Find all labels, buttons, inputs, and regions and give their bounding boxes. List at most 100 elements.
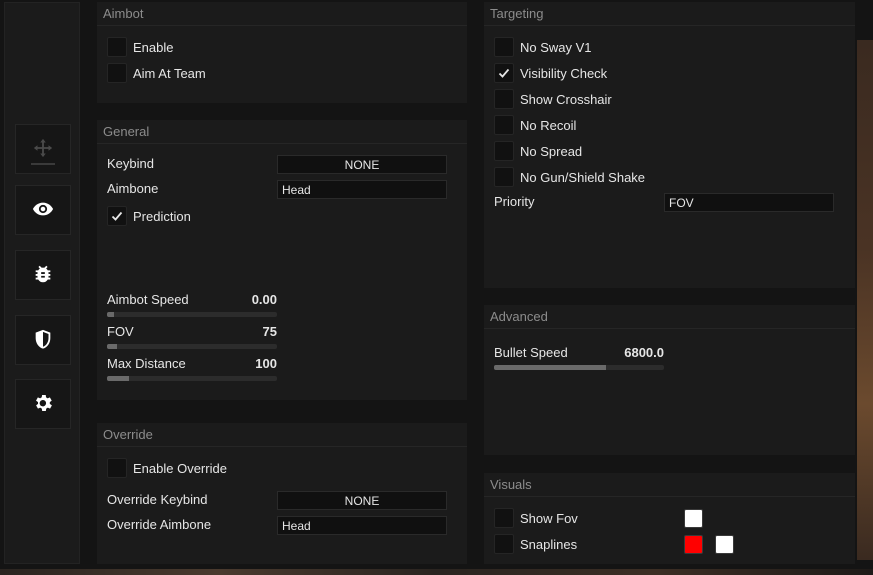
game-background-bottom <box>0 569 873 575</box>
snaplines-visible-color-swatch[interactable] <box>684 535 703 554</box>
priority-select[interactable]: FOV <box>664 193 834 212</box>
snaplines-toggle[interactable]: Snaplines <box>494 534 577 554</box>
checkbox-label: No Recoil <box>520 117 577 133</box>
enable-checkbox[interactable] <box>107 37 127 57</box>
targeting-panel: Targeting No Sway V1 Visibility Check Sh… <box>484 2 855 288</box>
checkbox-label: No Spread <box>520 143 583 159</box>
general-panel: General Keybind NONE Aimbone Head Predic… <box>97 120 467 400</box>
visuals-panel: Visuals Show Fov Snaplines <box>484 473 855 564</box>
checkbox-label: No Sway V1 <box>520 39 592 55</box>
checkbox-label: No Gun/Shield Shake <box>520 169 646 185</box>
aimbot-speed-slider[interactable] <box>107 312 277 317</box>
aimbot-speed-header: Aimbot Speed 0.00 <box>107 292 277 307</box>
divider <box>484 25 855 26</box>
no-recoil-toggle[interactable]: No Recoil <box>494 115 576 135</box>
prediction-checkbox[interactable] <box>107 206 127 226</box>
bullet-speed-header: Bullet Speed 6800.0 <box>494 345 664 360</box>
override-aimbone-select[interactable]: Head <box>277 516 447 535</box>
visibility-check-toggle[interactable]: Visibility Check <box>494 63 607 83</box>
slider-fill <box>107 312 114 317</box>
sidebar-item-protection[interactable] <box>15 315 71 365</box>
eye-icon <box>32 198 54 223</box>
checkmark-icon <box>111 211 123 221</box>
sidebar-item-visuals[interactable] <box>15 185 71 235</box>
aim-at-team-toggle[interactable]: Aim At Team <box>107 63 206 83</box>
enable-override-toggle[interactable]: Enable Override <box>107 458 227 478</box>
visibility-check-checkbox[interactable] <box>494 63 514 83</box>
bug-icon <box>32 263 54 288</box>
slider-value: 75 <box>262 324 277 339</box>
panel-title: General <box>103 124 150 139</box>
override-aimbone-label: Override Aimbone <box>107 517 212 532</box>
game-background-right <box>857 40 873 560</box>
fov-slider[interactable] <box>107 344 277 349</box>
aimbone-label: Aimbone <box>107 181 159 196</box>
sidebar-item-misc[interactable] <box>15 250 71 300</box>
override-panel: Override Enable Override Override Keybin… <box>97 423 467 564</box>
sidebar <box>4 2 80 564</box>
aim-at-team-checkbox[interactable] <box>107 63 127 83</box>
panel-title: Aimbot <box>103 6 144 21</box>
panel-title: Override <box>103 427 153 442</box>
checkbox-label: Visibility Check <box>520 65 608 81</box>
fov-header: FOV 75 <box>107 324 277 339</box>
bullet-speed-slider[interactable] <box>494 365 664 370</box>
snaplines-checkbox[interactable] <box>494 534 514 554</box>
keybind-button[interactable]: NONE <box>277 155 447 174</box>
override-keybind-label: Override Keybind <box>107 492 208 507</box>
gear-icon <box>32 392 54 417</box>
show-fov-toggle[interactable]: Show Fov <box>494 508 578 528</box>
enable-toggle[interactable]: Enable <box>107 37 173 57</box>
divider <box>97 143 467 144</box>
max-distance-slider[interactable] <box>107 376 277 381</box>
show-fov-checkbox[interactable] <box>494 508 514 528</box>
slider-value: 100 <box>255 356 277 371</box>
slider-fill <box>107 344 118 349</box>
aimbot-panel: Aimbot Enable Aim At Team <box>97 2 467 103</box>
max-distance-header: Max Distance 100 <box>107 356 277 371</box>
checkbox-label: Prediction <box>133 208 191 224</box>
checkbox-label: Enable <box>133 39 174 55</box>
checkbox-label: Snaplines <box>520 536 578 552</box>
no-sway-checkbox[interactable] <box>494 37 514 57</box>
divider <box>484 328 855 329</box>
no-shake-checkbox[interactable] <box>494 167 514 187</box>
sidebar-item-aimbot[interactable] <box>15 124 71 174</box>
panel-title: Advanced <box>490 309 548 324</box>
snaplines-hidden-color-swatch[interactable] <box>715 535 734 554</box>
slider-label: Bullet Speed <box>494 345 568 360</box>
override-keybind-button[interactable]: NONE <box>277 491 447 510</box>
checkbox-label: Aim At Team <box>133 65 206 81</box>
fov-color-swatch[interactable] <box>684 509 703 528</box>
panel-title: Targeting <box>490 6 544 21</box>
advanced-panel: Advanced Bullet Speed 6800.0 <box>484 305 855 455</box>
slider-label: Aimbot Speed <box>107 292 189 307</box>
no-recoil-checkbox[interactable] <box>494 115 514 135</box>
slider-label: FOV <box>107 324 134 339</box>
sidebar-item-settings[interactable] <box>15 379 71 429</box>
no-sway-toggle[interactable]: No Sway V1 <box>494 37 592 57</box>
divider <box>484 496 855 497</box>
slider-fill <box>494 365 607 370</box>
no-shake-toggle[interactable]: No Gun/Shield Shake <box>494 167 645 187</box>
slider-fill <box>107 376 130 381</box>
prediction-toggle[interactable]: Prediction <box>107 206 191 226</box>
checkbox-label: Show Crosshair <box>520 91 612 107</box>
no-spread-checkbox[interactable] <box>494 141 514 161</box>
slider-value: 6800.0 <box>624 345 664 360</box>
enable-override-checkbox[interactable] <box>107 458 127 478</box>
aimbone-select[interactable]: Head <box>277 180 447 199</box>
crosshair-icon <box>32 137 54 162</box>
divider <box>97 25 467 26</box>
slider-value: 0.00 <box>251 292 277 307</box>
keybind-label: Keybind <box>107 156 154 171</box>
show-crosshair-toggle[interactable]: Show Crosshair <box>494 89 612 109</box>
divider <box>97 446 467 447</box>
active-indicator <box>31 163 55 165</box>
slider-label: Max Distance <box>107 356 186 371</box>
show-crosshair-checkbox[interactable] <box>494 89 514 109</box>
no-spread-toggle[interactable]: No Spread <box>494 141 582 161</box>
shield-icon <box>32 328 54 353</box>
checkbox-label: Show Fov <box>520 510 578 526</box>
checkbox-label: Enable Override <box>133 460 227 476</box>
